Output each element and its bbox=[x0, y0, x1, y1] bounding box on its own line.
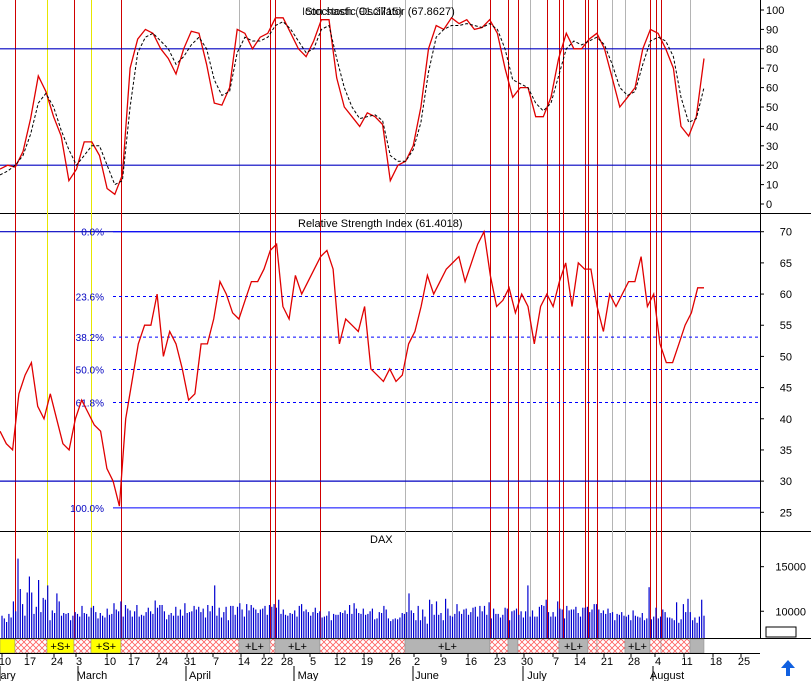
stoch-tick-label-2: 20 bbox=[766, 160, 778, 172]
date-label-8: 7 bbox=[213, 656, 219, 668]
date-label-12: 5 bbox=[310, 656, 316, 668]
date-label-3: 3 bbox=[76, 656, 82, 668]
date-label-21: 7 bbox=[553, 656, 559, 668]
stoch-tick-label-8: 80 bbox=[766, 44, 778, 56]
date-label-1: 17 bbox=[24, 656, 36, 668]
date-label-6: 24 bbox=[156, 656, 168, 668]
date-label-16: 2 bbox=[414, 656, 420, 668]
date-label-26: 11 bbox=[681, 656, 692, 668]
signal-segment-20 bbox=[689, 638, 705, 654]
date-label-28: 25 bbox=[738, 656, 750, 668]
rsi-tick-label-9: 70 bbox=[780, 227, 792, 239]
signal-segment-1 bbox=[14, 638, 48, 654]
signal-label-2: +L+ bbox=[245, 641, 264, 653]
scale-box bbox=[765, 626, 797, 638]
signal-segment-13 bbox=[517, 638, 560, 654]
month-label-6: August bbox=[650, 670, 684, 681]
date-label-17: 9 bbox=[441, 656, 447, 668]
stochastic-panel bbox=[0, 0, 760, 213]
signal-segment-16 bbox=[596, 638, 626, 654]
month-label-3: May bbox=[298, 670, 319, 681]
stoch-tick-label-10: 100 bbox=[766, 5, 784, 17]
date-label-25: 4 bbox=[655, 656, 661, 668]
date-label-18: 16 bbox=[465, 656, 477, 668]
date-label-5: 17 bbox=[128, 656, 140, 668]
date-label-23: 21 bbox=[601, 656, 613, 668]
date-label-11: 28 bbox=[281, 656, 293, 668]
stoch-tick-label-5: 50 bbox=[766, 102, 778, 114]
month-label-2: April bbox=[189, 670, 211, 681]
rsi-tick-label-7: 60 bbox=[780, 289, 792, 301]
date-label-19: 23 bbox=[494, 656, 506, 668]
signal-label-4: +L+ bbox=[438, 641, 457, 653]
date-label-4: 10 bbox=[104, 656, 116, 668]
rsi-title: Relative Strength Index (61.4018) bbox=[298, 218, 463, 230]
volume-tick-label-1: 15000 bbox=[775, 562, 806, 574]
month-label-0: ary bbox=[0, 670, 16, 681]
date-label-27: 18 bbox=[710, 656, 722, 668]
stoch-tick-label-6: 60 bbox=[766, 83, 778, 95]
rsi-tick-label-2: 35 bbox=[780, 445, 792, 457]
rsi-tick-label-6: 55 bbox=[780, 320, 792, 332]
signal-segment-15 bbox=[587, 638, 598, 654]
rsi-tick-label-0: 25 bbox=[780, 507, 792, 519]
fib-level-label-2: 38.2% bbox=[76, 333, 104, 344]
fib-level-label-1: 23.6% bbox=[76, 293, 104, 304]
signal-segment-0 bbox=[0, 638, 16, 654]
signal-label-0: +S+ bbox=[50, 641, 70, 653]
stoch-tick-label-9: 90 bbox=[766, 24, 778, 36]
date-label-0: 10 bbox=[0, 656, 11, 668]
rsi-tick-label-1: 30 bbox=[780, 476, 792, 488]
month-label-5: July bbox=[527, 670, 547, 681]
fib-level-label-3: 50.0% bbox=[76, 366, 104, 377]
signal-segment-18 bbox=[649, 638, 662, 654]
rsi-tick-label-4: 45 bbox=[780, 383, 792, 395]
signal-label-6: +L+ bbox=[628, 641, 647, 653]
date-label-2: 24 bbox=[51, 656, 63, 668]
signal-label-3: +L+ bbox=[288, 641, 307, 653]
fib-level-label-5: 100.0% bbox=[70, 504, 104, 515]
rsi-tick-label-3: 40 bbox=[780, 414, 792, 426]
date-label-9: 14 bbox=[238, 656, 250, 668]
stoch-tick-label-0: 0 bbox=[766, 199, 772, 211]
rsi-tick-label-8: 65 bbox=[780, 258, 792, 270]
signal-segment-9 bbox=[319, 638, 406, 654]
stoch-tick-label-7: 70 bbox=[766, 63, 778, 75]
date-label-15: 26 bbox=[389, 656, 401, 668]
month-label-4: June bbox=[415, 670, 439, 681]
rsi-tick-label-5: 50 bbox=[780, 351, 792, 363]
signal-segment-19 bbox=[660, 638, 691, 654]
fib-level-label-0: 0.0% bbox=[81, 228, 104, 239]
stoch-tick-label-1: 10 bbox=[766, 180, 778, 192]
signal-label-1: +S+ bbox=[96, 641, 116, 653]
up-arrow-icon[interactable] bbox=[779, 659, 797, 677]
stochastic-overlay-title: Icon stoch (91.2715) bbox=[302, 6, 402, 18]
signal-label-5: +L+ bbox=[564, 641, 583, 653]
volume-tick-label-0: 10000 bbox=[775, 606, 806, 618]
signal-segment-11 bbox=[489, 638, 509, 654]
signal-bar: +S+ +S+ +L+ +L+ +L+ +L+ +L+ bbox=[0, 638, 705, 654]
signal-segment-5 bbox=[120, 638, 240, 654]
date-label-10: 22 bbox=[261, 656, 273, 668]
date-label-22: 14 bbox=[574, 656, 586, 668]
volume-title: DAX bbox=[370, 534, 393, 546]
signal-segment-12 bbox=[507, 638, 519, 654]
stoch-tick-label-4: 40 bbox=[766, 121, 778, 133]
date-label-24: 28 bbox=[628, 656, 640, 668]
date-label-13: 12 bbox=[334, 656, 346, 668]
signal-segment-3 bbox=[73, 638, 92, 654]
date-label-14: 19 bbox=[361, 656, 373, 668]
signal-segment-7 bbox=[269, 638, 276, 654]
month-label-1: March bbox=[77, 670, 108, 681]
stoch-tick-label-3: 30 bbox=[766, 141, 778, 153]
chart-canvas: 0.0%23.6%38.2%50.0%61.8%100.0% +S+ +S+ +L+… bbox=[0, 0, 811, 681]
